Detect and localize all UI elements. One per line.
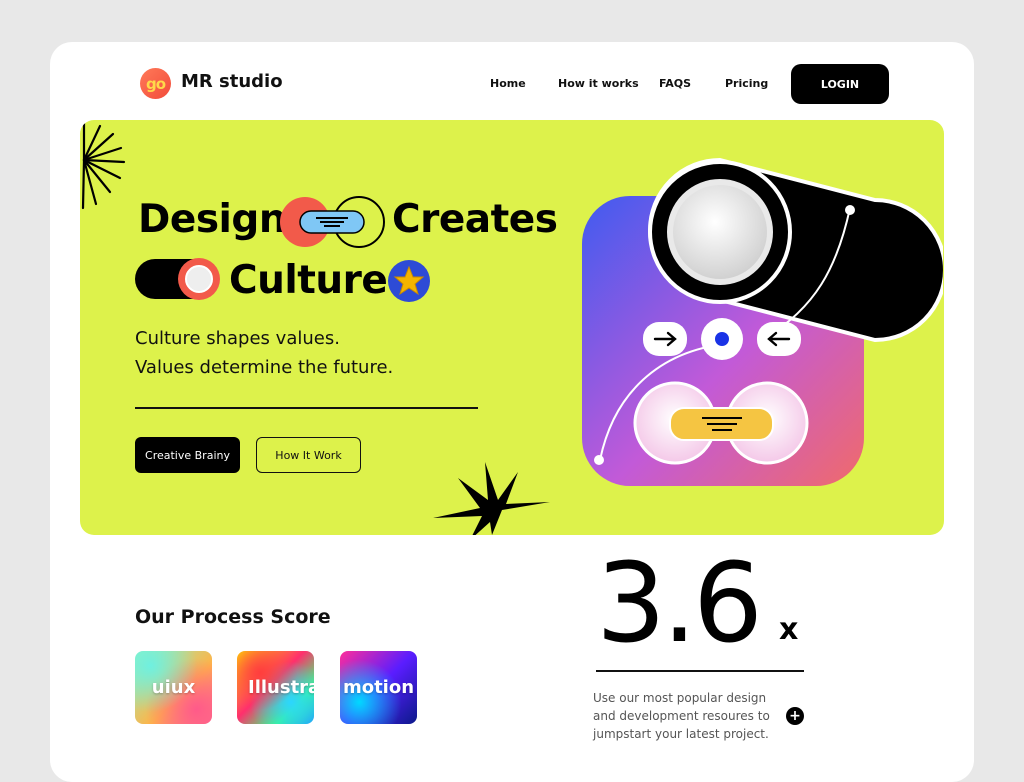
nav-faqs[interactable]: FAQS [659, 77, 691, 90]
logo-glyph: go [145, 74, 166, 93]
process-score-title: Our Process Score [135, 606, 331, 628]
star-icon [388, 260, 430, 302]
headline-design: Design [138, 197, 287, 242]
toggle-icon [135, 258, 220, 300]
brand-name[interactable]: MR studio [181, 71, 283, 92]
nav-how-it-works[interactable]: How it works [558, 77, 639, 90]
headline-culture: Culture [229, 258, 388, 303]
plus-icon[interactable]: + [786, 707, 804, 725]
headline-creates: Creates [392, 197, 558, 242]
score-description: Use our most popular design and developm… [593, 691, 770, 741]
nav-pricing[interactable]: Pricing [725, 77, 768, 90]
score-value: 3.6 [596, 539, 763, 667]
score-suffix: x [779, 612, 799, 647]
uiux-tile[interactable]: uiux [135, 651, 212, 724]
spiky-star-icon [433, 462, 550, 535]
hero-subtitle-line-2: Values determine the future. [135, 357, 394, 378]
toggle-pill-icon [280, 196, 385, 248]
how-it-work-button[interactable]: How It Work [256, 437, 361, 473]
hero-banner: Design Creates Culture Culture shapes va… [80, 120, 944, 535]
hero-illustration [582, 158, 943, 486]
motion-tile[interactable]: motion [340, 651, 417, 724]
hero-divider [135, 407, 478, 409]
creative-brainy-button[interactable]: Creative Brainy [135, 437, 240, 473]
score-divider [596, 670, 804, 672]
illustration-tile[interactable]: Illustra [237, 651, 314, 724]
login-button[interactable]: LOGIN [791, 64, 889, 104]
hero-subtitle-line-1: Culture shapes values. [135, 328, 340, 349]
nav-home[interactable]: Home [490, 77, 526, 90]
burst-icon [81, 120, 126, 210]
logo-icon[interactable]: go [140, 68, 171, 99]
